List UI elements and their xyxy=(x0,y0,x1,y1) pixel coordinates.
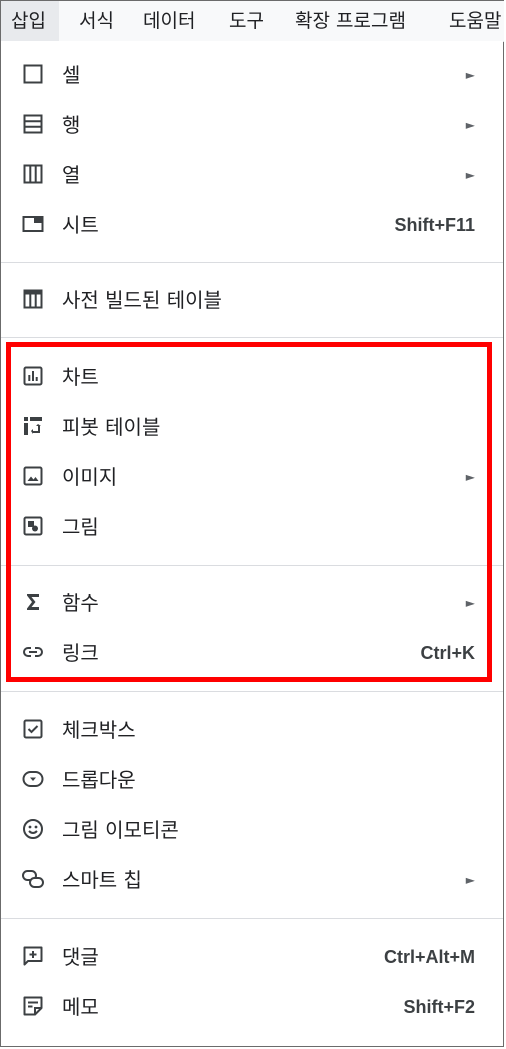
menu-insert[interactable]: 삽입 xyxy=(1,1,59,41)
menu-item-comment[interactable]: 댓글 Ctrl+Alt+M xyxy=(1,932,503,982)
smart-chip-icon xyxy=(21,867,45,891)
menu-item-note[interactable]: 메모 Shift+F2 xyxy=(1,982,503,1032)
row-icon xyxy=(21,112,45,136)
menu-item-emoji[interactable]: 그림 이모티콘 xyxy=(1,805,503,855)
cell-icon xyxy=(21,62,45,86)
comment-icon xyxy=(21,944,45,968)
menu-item-label: 사전 빌드된 테이블 xyxy=(62,288,222,312)
menu-item-image[interactable]: 이미지 ► xyxy=(1,452,503,502)
menu-divider xyxy=(1,337,503,338)
menu-item-label: 시트 xyxy=(62,213,99,237)
menu-item-label: 메모 xyxy=(62,995,99,1019)
menu-item-chart[interactable]: 차트 xyxy=(1,352,503,402)
menu-item-row[interactable]: 행 ► xyxy=(1,100,503,150)
shortcut-text: Ctrl+Alt+M xyxy=(383,947,475,967)
submenu-arrow-icon: ► xyxy=(465,68,475,82)
menu-tools[interactable]: 도구 xyxy=(229,1,264,41)
submenu-arrow-icon: ► xyxy=(465,118,475,132)
menu-item-label: 링크 xyxy=(62,641,99,665)
menu-item-label: 그림 이모티콘 xyxy=(62,818,179,842)
menu-item-pivot-table[interactable]: 피봇 테이블 xyxy=(1,402,503,452)
menu-item-label: 차트 xyxy=(62,365,99,389)
menu-item-label: 드롭다운 xyxy=(62,768,136,792)
shortcut-text: Ctrl+K xyxy=(420,643,475,663)
emoji-icon xyxy=(21,817,45,841)
sigma-icon xyxy=(21,590,45,614)
menu-data[interactable]: 데이터 xyxy=(143,1,195,41)
link-icon xyxy=(21,640,45,664)
menu-format[interactable]: 서식 xyxy=(79,1,114,41)
menu-extensions[interactable]: 확장 프로그램 xyxy=(295,1,406,41)
menu-item-dropdown[interactable]: 드롭다운 xyxy=(1,755,503,805)
menu-item-prebuilt-table[interactable]: 사전 빌드된 테이블 xyxy=(1,275,503,325)
menu-help[interactable]: 도움말 xyxy=(449,1,501,41)
menu-divider xyxy=(1,918,503,919)
submenu-arrow-icon: ► xyxy=(465,873,475,887)
menu-item-label: 이미지 xyxy=(62,465,118,489)
menu-divider xyxy=(1,565,503,566)
insert-menu-dropdown: 셀 ► 행 ► 열 ► 시트 Shift+F11 사전 빌드된 테이블 차트 피… xyxy=(1,41,503,1046)
menu-item-smart-chip[interactable]: 스마트 칩 ► xyxy=(1,855,503,905)
menu-divider xyxy=(1,262,503,263)
menu-item-column[interactable]: 열 ► xyxy=(1,150,503,200)
menu-item-link[interactable]: 링크 Ctrl+K xyxy=(1,628,503,678)
note-icon xyxy=(21,994,45,1018)
table-icon xyxy=(21,287,45,311)
drawing-icon xyxy=(21,514,45,538)
menu-item-label: 댓글 xyxy=(62,945,99,969)
dropdown-icon xyxy=(21,767,45,791)
submenu-arrow-icon: ► xyxy=(465,596,475,610)
shortcut-text: Shift+F11 xyxy=(394,215,475,235)
menu-item-label: 행 xyxy=(62,113,81,137)
menu-item-label: 셀 xyxy=(62,63,81,87)
submenu-arrow-icon: ► xyxy=(465,168,475,182)
menu-item-sheet[interactable]: 시트 Shift+F11 xyxy=(1,200,503,250)
menu-item-label: 함수 xyxy=(62,591,99,615)
image-icon xyxy=(21,464,45,488)
checkbox-icon xyxy=(21,717,45,741)
chart-icon xyxy=(21,364,45,388)
menu-item-label: 열 xyxy=(62,163,81,187)
menu-divider xyxy=(1,691,503,692)
menu-item-function[interactable]: 함수 ► xyxy=(1,578,503,628)
menu-item-label: 그림 xyxy=(62,515,99,539)
menu-item-label: 체크박스 xyxy=(62,718,136,742)
menu-item-label: 스마트 칩 xyxy=(62,868,142,892)
pivot-table-icon xyxy=(21,414,45,438)
menu-item-cell[interactable]: 셀 ► xyxy=(1,50,503,100)
menu-bar: 삽입 서식 데이터 도구 확장 프로그램 도움말 xyxy=(1,1,504,42)
shortcut-text: Shift+F2 xyxy=(403,997,475,1017)
menu-item-checkbox[interactable]: 체크박스 xyxy=(1,705,503,755)
menu-item-label: 피봇 테이블 xyxy=(62,415,161,439)
column-icon xyxy=(21,162,45,186)
submenu-arrow-icon: ► xyxy=(465,470,475,484)
menu-item-drawing[interactable]: 그림 xyxy=(1,502,503,552)
sheet-icon xyxy=(21,212,45,236)
